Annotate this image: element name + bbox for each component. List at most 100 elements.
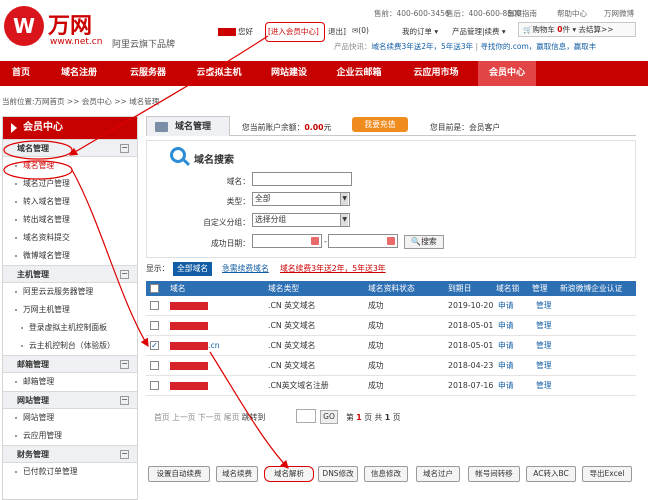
sidebar-item[interactable]: 转入域名管理 xyxy=(3,193,137,211)
sidebar-item[interactable]: 万网主机管理 xyxy=(3,301,137,319)
checkout-link[interactable]: 去结算>> xyxy=(579,25,614,34)
tab-domain-management[interactable]: 域名管理 xyxy=(146,116,230,136)
ac-to-bc-button[interactable]: AC转入BC xyxy=(526,466,576,482)
page-number-input[interactable] xyxy=(296,409,316,423)
manage-cell[interactable]: 管理 xyxy=(536,316,552,336)
lock-cell[interactable]: 申请 xyxy=(498,336,514,356)
sidebar-item[interactable]: 阿里云云服务器管理 xyxy=(3,283,137,301)
collapse-icon[interactable]: − xyxy=(120,450,129,459)
nav-site-building[interactable]: 网站建设 xyxy=(258,61,320,86)
weibo-link[interactable]: 万网微博 xyxy=(604,8,634,19)
dns-modify-button[interactable]: DNS修改 xyxy=(318,466,358,482)
account-transfer-button[interactable]: 帐号间转移 xyxy=(468,466,520,482)
search-icon: 🔍 xyxy=(411,237,422,246)
collapse-icon[interactable]: − xyxy=(120,396,129,405)
sidebar-item[interactable]: 域名过户管理 xyxy=(3,175,137,193)
my-orders-link[interactable]: 我的订单 ▾ xyxy=(402,26,438,37)
nav-home[interactable]: 首页 xyxy=(0,61,42,86)
lock-cell[interactable]: 申请 xyxy=(498,376,514,396)
sidebar-item[interactable]: 微博域名管理 xyxy=(3,247,137,265)
domain-cell[interactable] xyxy=(170,316,208,336)
help-center-link[interactable]: 帮助中心 xyxy=(557,8,587,19)
sidebar-item[interactable]: 云主机控制台（体验版） xyxy=(3,337,137,355)
group-select[interactable]: 选择分组 xyxy=(252,213,350,227)
sidebar-item[interactable]: 邮箱管理 xyxy=(3,373,137,391)
sidebar-group[interactable]: 网站管理 − xyxy=(3,391,137,409)
collapse-icon[interactable]: − xyxy=(120,144,129,153)
promo-link-2[interactable]: 寻找你的.com，赢取信息，赢取丰 xyxy=(480,42,596,51)
domain-cell[interactable]: .cn xyxy=(170,336,220,356)
dns-resolve-button[interactable]: 域名解析 xyxy=(264,466,314,482)
sidebar: 会员中心 域名管理 − 域名管理 域名过户管理 转入域名管理 转出域名管理 域名资料提交 微博… xyxy=(2,116,138,500)
logout-link[interactable]: 退出] xyxy=(328,26,346,37)
date-end-input[interactable] xyxy=(328,234,398,248)
collapse-icon[interactable]: − xyxy=(120,270,129,279)
lock-cell[interactable]: 申请 xyxy=(498,316,514,336)
domain-cell[interactable] xyxy=(170,296,208,316)
record-guide-link[interactable]: 备案指南 xyxy=(507,8,537,19)
sidebar-group[interactable]: 邮箱管理 − xyxy=(3,355,137,373)
recharge-button[interactable]: 我要充值 xyxy=(352,117,408,132)
select-all-checkbox[interactable] xyxy=(150,284,159,293)
manage-cell[interactable]: 管理 xyxy=(536,296,552,316)
collapse-icon[interactable]: − xyxy=(120,360,129,369)
type-select[interactable]: 全部 xyxy=(252,192,350,206)
sidebar-item[interactable]: 网站管理 xyxy=(3,409,137,427)
nav-member-center[interactable]: 会员中心 xyxy=(478,61,536,86)
row-checkbox[interactable] xyxy=(150,381,159,390)
manage-cell[interactable]: 管理 xyxy=(536,376,552,396)
sidebar-item[interactable]: 域名管理 xyxy=(3,157,137,175)
breadcrumb: 当前位置:万网首页 >> 会员中心 >> 域名管理 xyxy=(2,97,160,106)
nav-virtual-host[interactable]: 云虚拟主机 xyxy=(184,61,254,86)
col-manage: 管理 xyxy=(532,284,548,293)
sidebar-group[interactable]: 财务管理 − xyxy=(3,445,137,463)
calendar-icon[interactable] xyxy=(311,237,319,245)
pager-links[interactable]: 首页 上一页 下一页 尾页 xyxy=(154,413,239,422)
date-start-input[interactable] xyxy=(252,234,322,248)
row-checkbox[interactable] xyxy=(150,301,159,310)
row-checkbox[interactable]: ✓ xyxy=(150,341,159,350)
sidebar-item[interactable]: 云应用管理 xyxy=(3,427,137,445)
export-excel-button[interactable]: 导出Excel xyxy=(582,466,632,482)
nav-domain-register[interactable]: 域名注册 xyxy=(46,61,112,86)
nav-enterprise-mail[interactable]: 企业云邮箱 xyxy=(324,61,394,86)
sidebar-item[interactable]: 已付款订单管理 xyxy=(3,463,137,481)
filter-promo-link[interactable]: 域名续费3年送2年，5年送3年 xyxy=(280,262,386,276)
shopping-cart[interactable]: 🛒购物车 0件 ▾ 去结算>> xyxy=(518,22,636,37)
lock-cell[interactable]: 申请 xyxy=(498,356,514,376)
row-checkbox[interactable] xyxy=(150,361,159,370)
calendar-icon[interactable] xyxy=(387,237,395,245)
domain-cell[interactable] xyxy=(170,376,208,396)
col-domain: 域名 xyxy=(170,284,186,293)
nav-app-market[interactable]: 云应用市场 xyxy=(398,61,474,86)
search-button[interactable]: 🔍搜索 xyxy=(404,235,444,249)
filter-urgent-renew[interactable]: 急需续费域名 xyxy=(222,262,269,276)
messages-link[interactable]: ✉(0) xyxy=(352,26,369,35)
pager-nav[interactable]: 首页 上一页 下一页 尾页 跳转到 xyxy=(154,412,265,423)
manage-cell[interactable]: 管理 xyxy=(536,356,552,376)
auto-renew-button[interactable]: 设置自动续费 xyxy=(148,466,210,482)
domain-cell[interactable] xyxy=(170,356,208,376)
sidebar-item[interactable]: 登录虚拟主机控制面板 xyxy=(3,319,137,337)
row-checkbox[interactable] xyxy=(150,321,159,330)
go-button[interactable]: GO xyxy=(320,410,338,424)
sidebar-item[interactable]: 转出域名管理 xyxy=(3,211,137,229)
highlight-circle xyxy=(265,22,325,42)
renew-button[interactable]: 域名续费 xyxy=(216,466,258,482)
domain-input[interactable] xyxy=(252,172,352,186)
product-management-link[interactable]: 产品管理|续费 ▾ xyxy=(452,26,506,37)
promo-link[interactable]: 域名续费3年送2年，5年送3年 xyxy=(372,42,474,51)
col-weibo-verify: 新浪微博企业认证 xyxy=(560,284,623,293)
table-header: 域名 域名类型 域名资料状态 到期日 域名锁 管理 新浪微博企业认证 xyxy=(146,281,636,296)
lock-cell[interactable]: 申请 xyxy=(498,296,514,316)
sidebar-group[interactable]: 域名管理 − xyxy=(3,139,137,157)
sidebar-group[interactable]: 主机管理 − xyxy=(3,265,137,283)
sidebar-item[interactable]: 域名资料提交 xyxy=(3,229,137,247)
nav-cloud-server[interactable]: 云服务器 xyxy=(116,61,180,86)
filter-all-domains[interactable]: 全部域名 xyxy=(173,262,213,276)
member-identity: 您目前是：会员客户 xyxy=(430,123,501,132)
col-status: 域名资料状态 xyxy=(368,284,415,293)
domain-transfer-owner-button[interactable]: 域名过户 xyxy=(416,466,460,482)
info-modify-button[interactable]: 信息修改 xyxy=(364,466,408,482)
manage-cell[interactable]: 管理 xyxy=(536,336,552,356)
